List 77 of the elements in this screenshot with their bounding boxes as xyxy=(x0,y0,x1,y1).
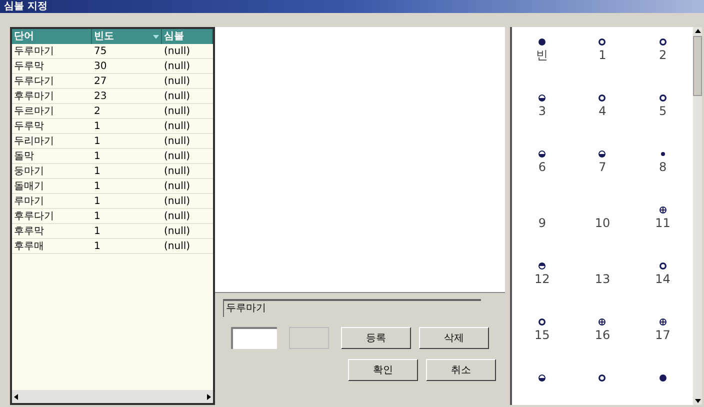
code-field[interactable] xyxy=(231,327,277,349)
symbol-number[interactable]: 1 xyxy=(598,47,606,63)
table-cell-text: (null) xyxy=(163,195,192,208)
table-cell-text: 30 xyxy=(93,60,108,73)
table-cell-text: (null) xyxy=(163,60,192,73)
horizontal-scrollbar[interactable] xyxy=(12,390,213,403)
symbol-number[interactable]: 4 xyxy=(598,103,606,119)
table-cell-text: 1 xyxy=(93,150,102,163)
table-cell-text: 후루마기 xyxy=(13,90,55,103)
column-header[interactable]: 빈도 xyxy=(92,29,162,44)
symbol-number[interactable]: 12 xyxy=(534,271,550,287)
dialog-button[interactable]: 등록 xyxy=(341,327,411,349)
symbol-number[interactable]: 17 xyxy=(655,327,670,343)
symbol-number[interactable]: 6 xyxy=(538,159,546,175)
table-cell-text: (null) xyxy=(163,90,192,103)
symbol-number[interactable]: 11 xyxy=(655,215,670,231)
table-cell-text: 1 xyxy=(93,180,102,193)
table-cell-text: 후루매 xyxy=(13,240,45,253)
table-cell-text: 23 xyxy=(93,90,108,103)
symbol-number[interactable]: 10 xyxy=(594,215,610,231)
vertical-scrollbar[interactable] xyxy=(693,27,702,405)
symbol-number[interactable]: 5 xyxy=(659,103,667,119)
symbol-number[interactable]: 13 xyxy=(594,271,610,287)
table-cell-text: (null) xyxy=(163,210,192,223)
table-cell-text: 두루마기 xyxy=(13,45,55,58)
table-cell-text: 1 xyxy=(93,240,102,253)
symbol-number[interactable]: 7 xyxy=(598,159,606,175)
symbol-number[interactable]: 14 xyxy=(655,271,670,287)
symbol-number[interactable]: 3 xyxy=(538,103,546,119)
table-cell-text: 1 xyxy=(93,225,102,238)
symbol-number[interactable]: 빈 xyxy=(536,47,548,63)
word-field[interactable]: 두루마기 xyxy=(223,299,481,317)
symbol-number[interactable]: 15 xyxy=(534,327,550,343)
table-cell-text: (null) xyxy=(163,135,192,148)
symbol-number[interactable]: 9 xyxy=(538,215,546,231)
table-cell-text: (null) xyxy=(163,75,192,88)
table-cell-text: 75 xyxy=(93,45,108,58)
table-cell-text: (null) xyxy=(163,165,192,178)
table-cell-text: 돌매기 xyxy=(13,180,45,193)
table-cell-text: 1 xyxy=(93,165,102,178)
table-cell-text: 1 xyxy=(93,120,102,133)
table-cell-text: 두르마기 xyxy=(13,105,55,118)
scroll-right-icon[interactable] xyxy=(207,394,211,400)
table-cell-text: 두루다기 xyxy=(13,75,55,88)
table-cell-text: 두리마기 xyxy=(13,135,55,148)
dialog-button[interactable]: 취소 xyxy=(426,359,496,381)
table-cell-text: 후루다기 xyxy=(13,210,55,223)
table-cell-text: (null) xyxy=(163,225,192,238)
sort-arrow-icon xyxy=(153,34,159,38)
symbol-number[interactable]: 2 xyxy=(659,47,667,63)
symbol-number[interactable]: 8 xyxy=(659,159,667,175)
dialog-button[interactable]: 삭제 xyxy=(419,327,489,349)
table-cell-text: 두루막 xyxy=(13,60,45,73)
table-cell-text: (null) xyxy=(163,120,192,133)
table-cell-text: (null) xyxy=(163,45,192,58)
table-cell-text: 둥마기 xyxy=(13,165,45,178)
table-cell-text: 2 xyxy=(93,105,102,118)
symbol-number[interactable]: 16 xyxy=(594,327,610,343)
table-cell-text: 돌막 xyxy=(13,150,35,163)
table-cell-text: 1 xyxy=(93,210,102,223)
scroll-thumb[interactable] xyxy=(693,36,702,96)
dialog-button[interactable]: 확인 xyxy=(348,359,418,381)
table-cell-text: 루마기 xyxy=(13,195,45,208)
table-cell-text: (null) xyxy=(163,150,192,163)
table-cell-text: 1 xyxy=(93,195,102,208)
table-cell-text: 27 xyxy=(93,75,108,88)
scroll-down-icon[interactable] xyxy=(694,399,700,403)
table-cell-text: (null) xyxy=(163,105,192,118)
table-cell-text: 후루막 xyxy=(13,225,45,238)
window-title: 심볼 지정 xyxy=(4,2,48,12)
table-cell-text: (null) xyxy=(163,180,192,193)
column-header[interactable]: 단어 xyxy=(12,29,92,44)
table-cell-text: (null) xyxy=(163,240,192,253)
table-cell-text: 두루막 xyxy=(13,120,45,133)
column-header[interactable]: 심볼 xyxy=(162,29,213,44)
scroll-left-icon[interactable] xyxy=(14,394,18,400)
table-cell-text: 1 xyxy=(93,135,102,148)
